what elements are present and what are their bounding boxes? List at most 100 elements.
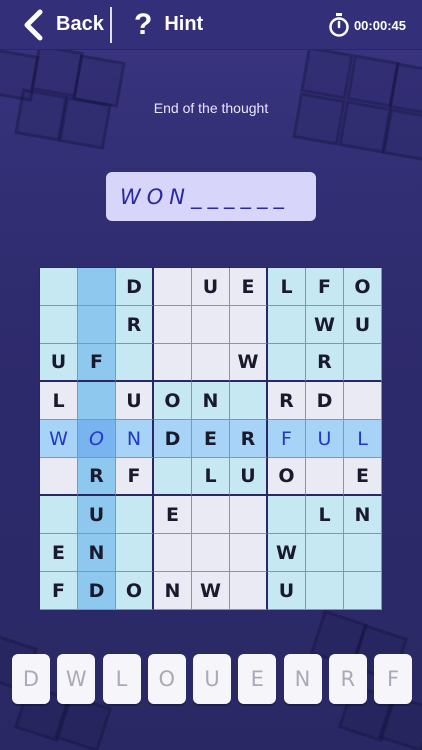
grid-cell-r2-c3[interactable]: R [116, 306, 154, 344]
grid-cell-r9-c5[interactable]: W [192, 572, 230, 610]
grid-cell-r5-c9[interactable]: L [344, 420, 382, 458]
letter-key-w[interactable]: W [57, 654, 96, 704]
grid-cell-r4-c9[interactable] [344, 382, 382, 420]
letter-key-l[interactable]: L [102, 654, 141, 704]
grid-cell-r9-c4[interactable]: N [154, 572, 192, 610]
grid-cell-r6-c5[interactable]: L [192, 458, 230, 496]
grid-cell-r9-c1[interactable]: F [40, 572, 78, 610]
grid-cell-r3-c5[interactable] [192, 344, 230, 382]
grid-cell-r3-c9[interactable] [344, 344, 382, 382]
grid-cell-r7-c7[interactable] [268, 496, 306, 534]
grid-cell-r7-c9[interactable]: N [344, 496, 382, 534]
grid-cell-r2-c5[interactable] [192, 306, 230, 344]
grid-cell-r5-c1[interactable]: W [40, 420, 78, 458]
grid-cell-r3-c1[interactable]: U [40, 344, 78, 382]
answer-display: WON______ [106, 172, 316, 221]
grid-cell-r3-c2[interactable]: F [78, 344, 116, 382]
grid-cell-r1-c8[interactable]: F [306, 268, 344, 306]
grid-cell-r4-c6[interactable] [230, 382, 268, 420]
letter-key-f[interactable]: F [374, 654, 412, 704]
grid-cell-r6-c2[interactable]: R [78, 458, 116, 496]
back-button[interactable]: Back [0, 0, 110, 50]
grid-cell-r5-c5[interactable]: E [192, 420, 230, 458]
grid-cell-r9-c2[interactable]: D [78, 572, 116, 610]
grid-cell-r8-c7[interactable]: W [268, 534, 306, 572]
chevron-left-icon [24, 9, 43, 40]
grid-cell-r3-c7[interactable] [268, 344, 306, 382]
grid-cell-r5-c7[interactable]: F [268, 420, 306, 458]
grid-cell-r5-c4[interactable]: D [154, 420, 192, 458]
grid-cell-r1-c1[interactable] [40, 268, 78, 306]
grid-cell-r7-c5[interactable] [192, 496, 230, 534]
letter-key-r[interactable]: R [328, 654, 367, 704]
grid-cell-r6-c1[interactable] [40, 458, 78, 496]
grid-cell-r9-c7[interactable]: U [268, 572, 306, 610]
grid-cell-r1-c3[interactable]: D [116, 268, 154, 306]
grid-cell-r2-c9[interactable]: U [344, 306, 382, 344]
grid-cell-r8-c6[interactable] [230, 534, 268, 572]
grid-cell-r8-c9[interactable] [344, 534, 382, 572]
grid-cell-r3-c4[interactable] [154, 344, 192, 382]
grid-cell-r8-c4[interactable] [154, 534, 192, 572]
grid-cell-r1-c7[interactable]: L [268, 268, 306, 306]
grid-cell-r1-c6[interactable]: E [230, 268, 268, 306]
grid-cell-r6-c8[interactable] [306, 458, 344, 496]
grid-cell-r7-c8[interactable]: L [306, 496, 344, 534]
grid-cell-r9-c9[interactable] [344, 572, 382, 610]
grid-cell-r1-c2[interactable] [78, 268, 116, 306]
hint-label: Hint [164, 13, 204, 35]
grid-cell-r8-c3[interactable] [116, 534, 154, 572]
grid-cell-r3-c8[interactable]: R [306, 344, 344, 382]
grid-cell-r1-c5[interactable]: U [192, 268, 230, 306]
grid-cell-r7-c2[interactable]: U [78, 496, 116, 534]
grid-cell-r8-c1[interactable]: E [40, 534, 78, 572]
grid-cell-r5-c3[interactable]: N [116, 420, 154, 458]
letter-keyboard: DWLOUENRF [12, 654, 412, 704]
grid-cell-r3-c6[interactable]: W [230, 344, 268, 382]
grid-cell-r5-c2[interactable]: O [78, 420, 116, 458]
grid-cell-r7-c4[interactable]: E [154, 496, 192, 534]
grid-cell-r2-c8[interactable]: W [306, 306, 344, 344]
grid-cell-r7-c1[interactable] [40, 496, 78, 534]
grid-cell-r2-c2[interactable] [78, 306, 116, 344]
grid-cell-r4-c8[interactable]: D [306, 382, 344, 420]
word-sudoku-grid: DUELFORWUUFWRLUONRDWONDERFULRFLUOEUELNEN… [39, 267, 382, 610]
grid-cell-r9-c6[interactable] [230, 572, 268, 610]
letter-key-o[interactable]: O [147, 654, 186, 704]
grid-cell-r6-c7[interactable]: O [268, 458, 306, 496]
grid-cell-r7-c6[interactable] [230, 496, 268, 534]
grid-cell-r1-c4[interactable] [154, 268, 192, 306]
grid-cell-r6-c4[interactable] [154, 458, 192, 496]
grid-cell-r7-c3[interactable] [116, 496, 154, 534]
letter-key-n[interactable]: N [283, 654, 322, 704]
grid-cell-r9-c8[interactable] [306, 572, 344, 610]
grid-cell-r8-c5[interactable] [192, 534, 230, 572]
grid-cell-r6-c9[interactable]: E [344, 458, 382, 496]
timer-value: 00:00:45 [353, 17, 406, 33]
grid-cell-r4-c7[interactable]: R [268, 382, 306, 420]
letter-key-d[interactable]: D [12, 654, 50, 704]
grid-cell-r4-c4[interactable]: O [154, 382, 192, 420]
question-mark-icon: ? [134, 7, 153, 41]
grid-cell-r2-c6[interactable] [230, 306, 268, 344]
grid-cell-r4-c1[interactable]: L [40, 382, 78, 420]
grid-cell-r5-c6[interactable]: R [230, 420, 268, 458]
grid-cell-r4-c3[interactable]: U [116, 382, 154, 420]
grid-cell-r8-c2[interactable]: N [78, 534, 116, 572]
grid-cell-r2-c1[interactable] [40, 306, 78, 344]
grid-cell-r3-c3[interactable] [116, 344, 154, 382]
grid-cell-r4-c5[interactable]: N [192, 382, 230, 420]
grid-cell-r8-c8[interactable] [306, 534, 344, 572]
grid-cell-r4-c2[interactable] [78, 382, 116, 420]
grid-cell-r5-c8[interactable]: U [306, 420, 344, 458]
letter-key-u[interactable]: U [193, 654, 231, 704]
grid-cell-r6-c3[interactable]: F [116, 458, 154, 496]
hint-button[interactable]: ? Hint [112, 0, 203, 50]
grid-cell-r6-c6[interactable]: U [230, 458, 268, 496]
grid-cell-r2-c4[interactable] [154, 306, 192, 344]
grid-cell-r1-c9[interactable]: O [344, 268, 382, 306]
grid-cell-r9-c3[interactable]: O [116, 572, 154, 610]
letter-key-e[interactable]: E [238, 654, 277, 704]
answer-progress: WON______ [120, 184, 291, 209]
grid-cell-r2-c7[interactable] [268, 306, 306, 344]
